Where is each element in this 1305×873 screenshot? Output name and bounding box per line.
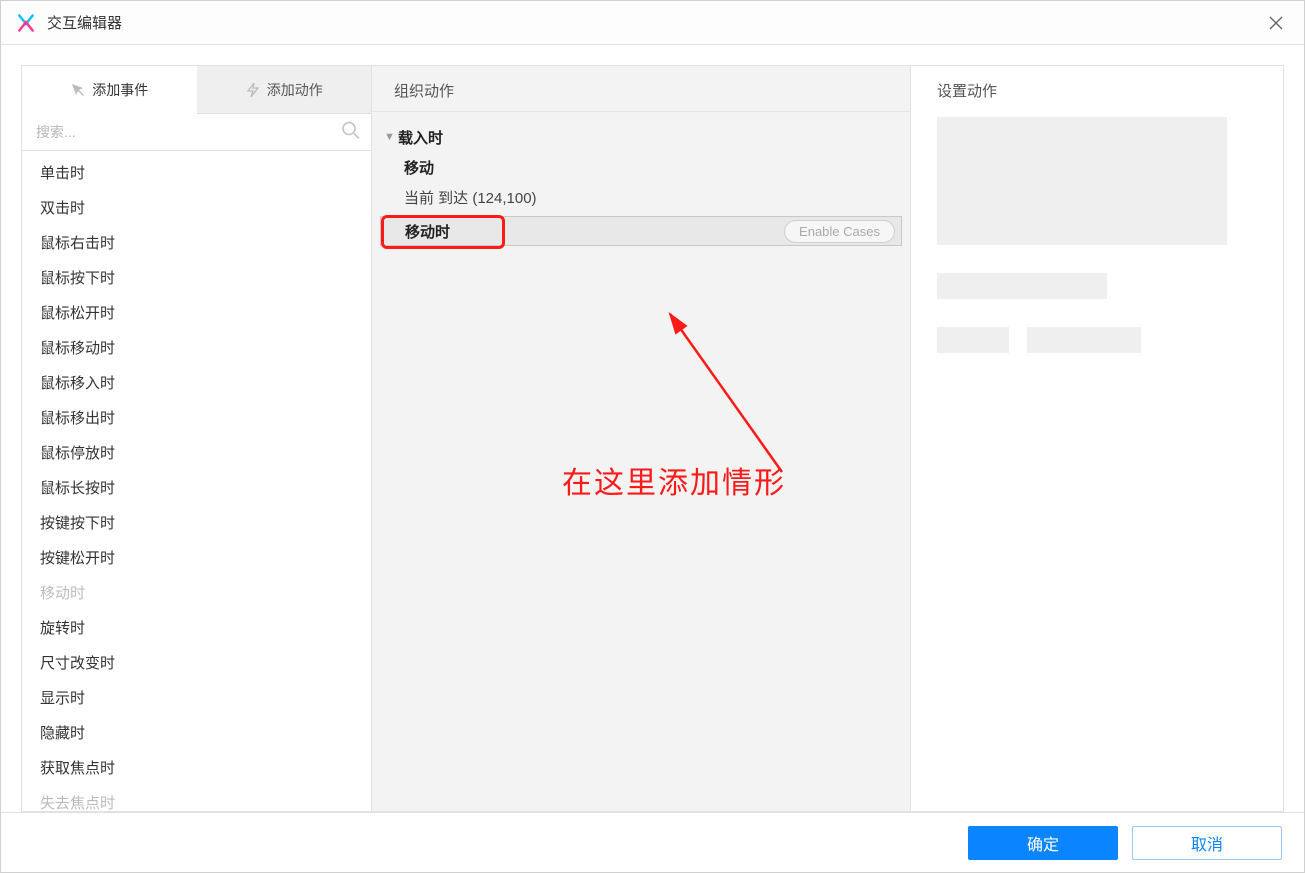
middle-header: 组织动作 bbox=[372, 66, 910, 112]
tree-event-label: 载入时 bbox=[398, 127, 443, 148]
tree-action-node[interactable]: 移动 bbox=[380, 152, 902, 182]
tab-add-action[interactable]: 添加动作 bbox=[197, 66, 372, 114]
placeholder-block bbox=[937, 117, 1227, 245]
event-item[interactable]: 显示时 bbox=[22, 680, 371, 715]
editor-body: 添加事件 添加动作 单击时 双击时 鼠标右击时 鼠标按下时 bbox=[1, 45, 1304, 812]
interaction-editor-window: 交互编辑器 添加事件 添加动作 bbox=[0, 0, 1305, 873]
event-item[interactable]: 鼠标长按时 bbox=[22, 470, 371, 505]
event-item[interactable]: 鼠标松开时 bbox=[22, 295, 371, 330]
right-header: 设置动作 bbox=[911, 66, 1283, 117]
settings-placeholders bbox=[911, 117, 1283, 353]
search-bar bbox=[22, 114, 371, 151]
window-title: 交互编辑器 bbox=[47, 12, 122, 33]
tree-selected-event-label: 移动时 bbox=[405, 221, 450, 242]
event-item[interactable]: 按键松开时 bbox=[22, 540, 371, 575]
tab-add-action-label: 添加动作 bbox=[267, 80, 323, 100]
event-item[interactable]: 鼠标右击时 bbox=[22, 225, 371, 260]
cursor-bolt-icon bbox=[70, 82, 86, 98]
event-item[interactable]: 失去焦点时 bbox=[22, 785, 371, 811]
tree-selected-event-node[interactable]: 移动时 Enable Cases bbox=[380, 216, 902, 246]
event-item[interactable]: 鼠标移入时 bbox=[22, 365, 371, 400]
close-icon bbox=[1269, 16, 1283, 30]
event-item[interactable]: 尺寸改变时 bbox=[22, 645, 371, 680]
tree-action-label: 移动 bbox=[404, 157, 434, 178]
placeholder-block bbox=[1027, 327, 1141, 353]
bolt-icon bbox=[245, 82, 261, 98]
event-item[interactable]: 鼠标按下时 bbox=[22, 260, 371, 295]
event-item[interactable]: 鼠标移出时 bbox=[22, 400, 371, 435]
search-input[interactable] bbox=[22, 114, 371, 150]
annotation-text: 在这里添加情形 bbox=[562, 458, 786, 502]
tree-event-node[interactable]: ▼ 载入时 bbox=[380, 122, 902, 152]
event-item[interactable]: 鼠标移动时 bbox=[22, 330, 371, 365]
right-panel: 设置动作 bbox=[911, 65, 1284, 812]
event-list: 单击时 双击时 鼠标右击时 鼠标按下时 鼠标松开时 鼠标移动时 鼠标移入时 鼠标… bbox=[22, 151, 371, 811]
tree-action-detail-label: 当前 到达 (124,100) bbox=[404, 187, 537, 208]
close-button[interactable] bbox=[1262, 9, 1290, 37]
event-item[interactable]: 单击时 bbox=[22, 155, 371, 190]
event-item[interactable]: 按键按下时 bbox=[22, 505, 371, 540]
event-item[interactable]: 获取焦点时 bbox=[22, 750, 371, 785]
event-item[interactable]: 隐藏时 bbox=[22, 715, 371, 750]
tab-add-event[interactable]: 添加事件 bbox=[22, 66, 197, 114]
left-panel: 添加事件 添加动作 单击时 双击时 鼠标右击时 鼠标按下时 bbox=[21, 65, 371, 812]
titlebar: 交互编辑器 bbox=[1, 1, 1304, 45]
left-tabs: 添加事件 添加动作 bbox=[22, 66, 371, 114]
annotation-arrow-icon bbox=[652, 302, 812, 482]
event-item[interactable]: 双击时 bbox=[22, 190, 371, 225]
enable-cases-button[interactable]: Enable Cases bbox=[784, 220, 895, 243]
event-item[interactable]: 旋转时 bbox=[22, 610, 371, 645]
dialog-footer: 确定 取消 bbox=[1, 812, 1304, 872]
caret-down-icon: ▼ bbox=[384, 131, 398, 143]
middle-panel: 组织动作 ▼ 载入时 移动 当前 到达 (124,100) 移动时 Enable… bbox=[371, 65, 911, 812]
placeholder-block bbox=[937, 327, 1009, 353]
action-tree: ▼ 载入时 移动 当前 到达 (124,100) 移动时 Enable Case… bbox=[372, 112, 910, 256]
tab-add-event-label: 添加事件 bbox=[92, 80, 148, 100]
tree-action-detail[interactable]: 当前 到达 (124,100) bbox=[380, 182, 902, 212]
event-item[interactable]: 鼠标停放时 bbox=[22, 435, 371, 470]
cancel-button[interactable]: 取消 bbox=[1132, 826, 1282, 860]
placeholder-block bbox=[937, 273, 1107, 299]
app-logo-icon bbox=[15, 12, 37, 34]
event-item: 移动时 bbox=[22, 575, 371, 610]
search-icon bbox=[341, 121, 361, 144]
ok-button[interactable]: 确定 bbox=[968, 826, 1118, 860]
